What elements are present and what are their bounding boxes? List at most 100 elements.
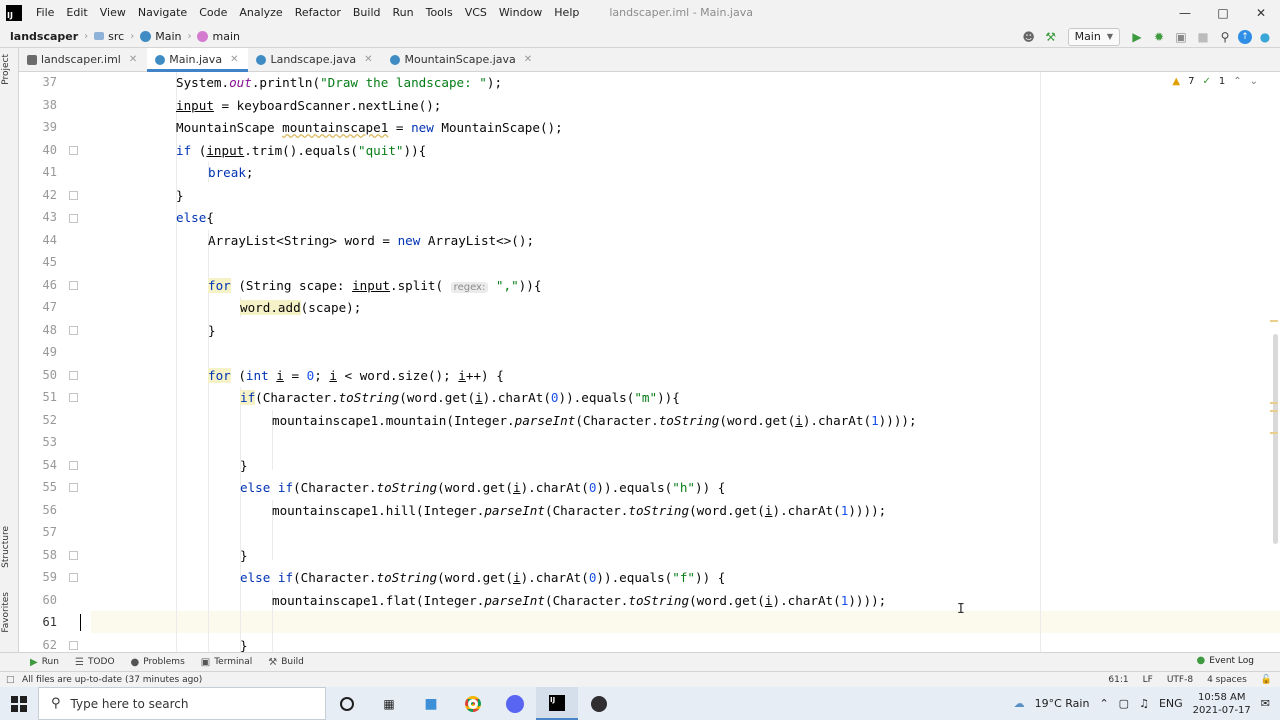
menu-build[interactable]: Build xyxy=(347,0,387,25)
tool-problems[interactable]: ● Problems xyxy=(123,657,193,668)
minimize-icon[interactable]: — xyxy=(1166,0,1204,25)
ide-window: IJ File Edit View Navigate Code Analyze … xyxy=(0,0,1280,720)
code-area[interactable]: System.out.println("Draw the landscape: … xyxy=(19,72,1280,652)
user-icon[interactable]: ☻ xyxy=(1020,28,1038,46)
warning-stripe[interactable] xyxy=(1270,402,1278,404)
tool-build[interactable]: ⚒ Build xyxy=(260,657,312,668)
structure-tool-tab[interactable]: Structure xyxy=(1,526,11,568)
close-icon[interactable]: ✕ xyxy=(1242,0,1280,25)
weather-text[interactable]: 19°C Rain xyxy=(1035,697,1090,710)
tool-todo-label: TODO xyxy=(87,657,115,667)
indent-setting[interactable]: 4 spaces xyxy=(1207,675,1247,685)
chevron-up-icon[interactable]: ⌃ xyxy=(1233,76,1241,87)
caret-position[interactable]: 61:1 xyxy=(1108,675,1128,685)
speaker-icon[interactable]: ♫ xyxy=(1139,697,1149,710)
status-bar: □ All files are up-to-date (37 minutes a… xyxy=(0,671,1280,687)
settings-icon[interactable]: ● xyxy=(1256,28,1274,46)
tab-mountainscape-java[interactable]: MountainScape.java ✕ xyxy=(382,48,542,71)
code-line-51: if(Character.toString(word.get(i).charAt… xyxy=(240,390,680,405)
menu-file[interactable]: File xyxy=(30,0,60,25)
menu-refactor[interactable]: Refactor xyxy=(289,0,347,25)
menu-code[interactable]: Code xyxy=(193,0,233,25)
tool-terminal-label: Terminal xyxy=(214,657,253,667)
chevron-down-icon[interactable]: ⌄ xyxy=(1250,76,1258,87)
close-tab-icon[interactable]: ✕ xyxy=(230,54,238,65)
intellij-logo-icon: IJ xyxy=(6,4,22,21)
clock[interactable]: 10:58 AM 2021-07-17 xyxy=(1193,691,1251,717)
weather-icon[interactable]: ☁ xyxy=(1014,697,1025,710)
close-tab-icon[interactable]: ✕ xyxy=(364,54,372,65)
lock-icon[interactable]: 🔓 xyxy=(1261,675,1272,685)
cortana-icon[interactable] xyxy=(326,687,368,720)
notifications-icon[interactable]: ✉ xyxy=(1261,697,1270,710)
java-class-icon xyxy=(256,54,267,65)
maximize-icon[interactable]: □ xyxy=(1204,0,1242,25)
code-editor[interactable]: 37 38 39 40 41 42 43 44 45 46 47 48 49 5… xyxy=(19,72,1280,652)
inspection-widget[interactable]: ▲ 7 ✓ 1 ⌃ ⌄ xyxy=(1172,76,1258,87)
run-icon[interactable]: ▶ xyxy=(1128,28,1146,46)
task-view-icon[interactable]: ▦ xyxy=(368,687,410,720)
discord-icon[interactable] xyxy=(494,687,536,720)
file-explorer-icon[interactable]: ■ xyxy=(410,687,452,720)
code-line-37: System.out.println("Draw the landscape: … xyxy=(176,75,503,90)
vertical-scrollbar[interactable] xyxy=(1268,72,1280,652)
tool-terminal[interactable]: ▣ Terminal xyxy=(193,657,261,668)
breadcrumb-class[interactable]: Main xyxy=(136,30,185,43)
breadcrumb-method[interactable]: main xyxy=(193,30,243,43)
tool-event-log[interactable]: ● Event Log xyxy=(1197,655,1254,666)
search-icon[interactable]: ⚲ xyxy=(1216,28,1234,46)
tab-label: Main.java xyxy=(169,53,223,66)
warning-stripe[interactable] xyxy=(1270,432,1278,434)
menu-analyze[interactable]: Analyze xyxy=(233,0,288,25)
project-tool-tab[interactable]: Project xyxy=(1,54,11,85)
main-toolbar: ☻ ⚒ Main ▼ ▶ ✹ ▣ ■ ⚲ ↑ ● xyxy=(1020,25,1280,48)
windows-start-icon[interactable] xyxy=(0,687,38,720)
menu-navigate[interactable]: Navigate xyxy=(132,0,193,25)
menu-help[interactable]: Help xyxy=(548,0,585,25)
close-tab-icon[interactable]: ✕ xyxy=(129,54,137,65)
editor-tabs: landscaper.iml ✕ Main.java ✕ Landscape.j… xyxy=(19,48,1280,72)
debug-icon[interactable]: ✹ xyxy=(1150,28,1168,46)
menu-edit[interactable]: Edit xyxy=(60,0,93,25)
event-log-icon: ● xyxy=(1196,655,1206,666)
tool-run[interactable]: ▶ Run xyxy=(22,657,67,668)
build-hammer-icon[interactable]: ⚒ xyxy=(1042,28,1060,46)
status-toggle-icon[interactable]: □ xyxy=(6,675,15,685)
file-encoding[interactable]: UTF-8 xyxy=(1167,675,1193,685)
taskbar-search-input[interactable]: ⚲ Type here to search xyxy=(38,687,326,720)
update-icon[interactable]: ↑ xyxy=(1238,29,1252,44)
chrome-icon[interactable] xyxy=(452,687,494,720)
code-line-52: mountainscape1.mountain(Integer.parseInt… xyxy=(272,412,917,428)
favorites-tool-tab[interactable]: Favorites xyxy=(1,592,11,633)
code-line-48: } xyxy=(208,322,216,338)
tab-landscaper-iml[interactable]: landscaper.iml ✕ xyxy=(19,48,147,71)
menu-view[interactable]: View xyxy=(94,0,132,25)
breadcrumb-method-label: main xyxy=(212,29,240,43)
run-configuration-select[interactable]: Main ▼ xyxy=(1067,27,1120,46)
breadcrumb-src[interactable]: src xyxy=(90,30,128,43)
line-separator[interactable]: LF xyxy=(1143,675,1153,685)
code-line-46: for (String scape: input.split( regex: "… xyxy=(208,277,542,293)
coverage-icon[interactable]: ▣ xyxy=(1172,28,1190,46)
obs-icon[interactable] xyxy=(578,687,620,720)
warning-stripe[interactable] xyxy=(1270,320,1278,322)
network-icon[interactable]: ▢ xyxy=(1119,697,1129,710)
menu-vcs[interactable]: VCS xyxy=(459,0,493,25)
intellij-taskbar-icon[interactable]: IJ xyxy=(536,687,578,720)
stop-icon[interactable]: ■ xyxy=(1194,28,1212,46)
tab-main-java[interactable]: Main.java ✕ xyxy=(147,48,249,72)
close-tab-icon[interactable]: ✕ xyxy=(524,54,532,65)
tab-landscape-java[interactable]: Landscape.java ✕ xyxy=(248,48,382,71)
code-line-55: else if(Character.toString(word.get(i).c… xyxy=(240,480,726,495)
menu-window[interactable]: Window xyxy=(493,0,548,25)
language-indicator[interactable]: ENG xyxy=(1159,697,1183,710)
weak-warning-count: 1 xyxy=(1218,76,1226,87)
menu-bar: IJ File Edit View Navigate Code Analyze … xyxy=(0,0,1280,25)
scrollbar-thumb[interactable] xyxy=(1273,334,1278,544)
chevron-up-icon[interactable]: ⌃ xyxy=(1099,697,1108,710)
menu-run[interactable]: Run xyxy=(387,0,420,25)
breadcrumb-project[interactable]: landscaper xyxy=(6,30,82,43)
warning-stripe[interactable] xyxy=(1270,410,1278,412)
tool-todo[interactable]: ☰ TODO xyxy=(67,657,123,668)
menu-tools[interactable]: Tools xyxy=(420,0,459,25)
